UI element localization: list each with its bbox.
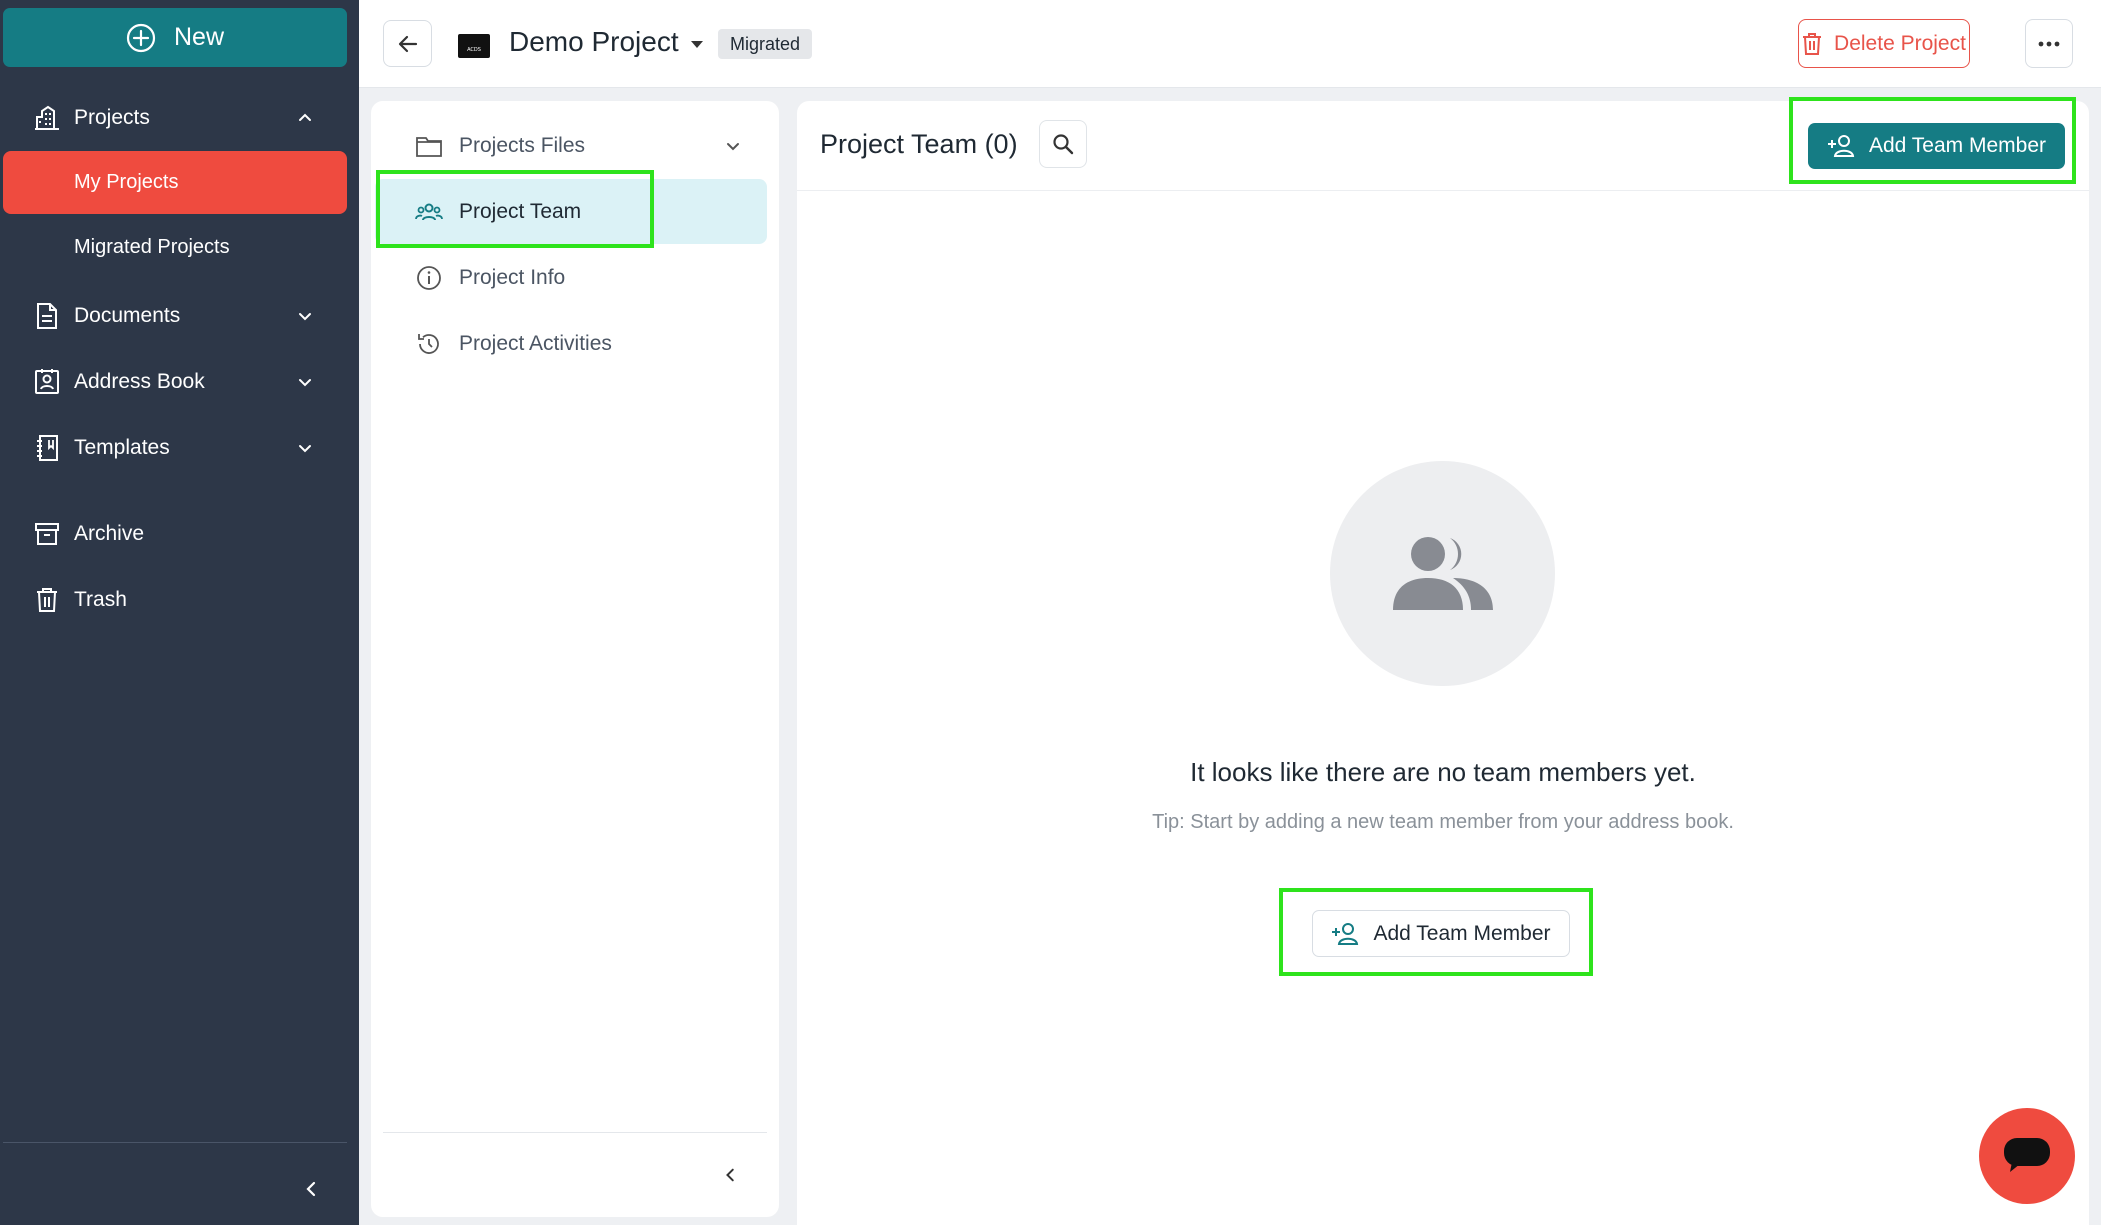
sidebar-item-address-book[interactable]: Address Book	[0, 352, 359, 412]
nav-item-project-team[interactable]: Project Team	[375, 179, 767, 244]
trash-icon	[33, 586, 61, 614]
nav-item-label: Project Activities	[459, 331, 612, 355]
sidebar-divider	[3, 1142, 347, 1143]
nav-item-project-activities[interactable]: Project Activities	[375, 311, 767, 376]
add-team-member-secondary-label: Add Team Member	[1373, 921, 1551, 945]
panel-divider	[383, 1132, 767, 1133]
sidebar-item-trash[interactable]: Trash	[0, 570, 359, 630]
new-button[interactable]: New	[3, 8, 347, 67]
chat-widget-button[interactable]	[1979, 1108, 2075, 1204]
sidebar-item-label: Documents	[74, 304, 181, 327]
project-nav-panel: Projects Files Project Team Project Info…	[371, 101, 779, 1217]
sidebar-item-label: Address Book	[74, 370, 205, 393]
sidebar-item-migrated-projects[interactable]: Migrated Projects	[3, 216, 347, 279]
archive-icon	[33, 520, 61, 548]
chevron-down-icon	[299, 379, 311, 387]
chevron-up-icon	[299, 113, 311, 121]
nav-item-label: Project Team	[459, 199, 582, 223]
sidebar-item-templates[interactable]: Templates	[0, 418, 359, 478]
sidebar-item-archive[interactable]: Archive	[0, 504, 359, 564]
more-options-button[interactable]	[2025, 19, 2073, 68]
templates-icon	[33, 434, 61, 462]
arrow-left-icon	[398, 35, 417, 52]
new-button-label: New	[173, 23, 224, 51]
project-logo-text: ACDS	[467, 47, 481, 53]
document-icon	[33, 302, 61, 330]
team-icon	[415, 198, 443, 226]
nav-item-project-info[interactable]: Project Info	[375, 245, 767, 310]
sidebar-item-documents[interactable]: Documents	[0, 286, 359, 346]
sidebar-item-label: Templates	[74, 436, 170, 459]
panel-collapse-button[interactable]	[717, 1161, 745, 1189]
info-icon	[415, 264, 443, 292]
sidebar-item-label: Migrated Projects	[74, 236, 230, 258]
users-icon	[1392, 536, 1493, 610]
sidebar-item-projects[interactable]: Projects	[0, 88, 359, 148]
building-icon	[33, 104, 61, 132]
sidebar-item-label: My Projects	[74, 171, 179, 193]
empty-state-title: It looks like there are no team members …	[1190, 757, 1696, 787]
plus-circle-icon	[126, 23, 156, 52]
search-button[interactable]	[1039, 120, 1087, 168]
search-icon	[1053, 134, 1074, 155]
ellipsis-icon	[2038, 41, 2060, 46]
top-header: ACDS Demo Project Migrated Delete Projec…	[359, 0, 2101, 88]
empty-state-tip: Tip: Start by adding a new team member f…	[1152, 811, 1734, 833]
chevron-left-icon	[726, 1168, 734, 1182]
add-user-icon	[1827, 135, 1855, 157]
sidebar-item-label: Archive	[74, 522, 145, 545]
sidebar-collapse-button[interactable]	[298, 1175, 326, 1203]
project-team-panel: Project Team (0) Add Team Member It look…	[797, 101, 2089, 1225]
nav-item-label: Projects Files	[459, 133, 586, 157]
caret-down-icon[interactable]	[689, 38, 705, 50]
add-team-member-button[interactable]: Add Team Member	[1808, 123, 2065, 169]
nav-item-projects-files[interactable]: Projects Files	[375, 113, 767, 178]
back-button[interactable]	[383, 20, 432, 67]
chevron-left-icon	[306, 1181, 316, 1197]
delete-project-label: Delete Project	[1834, 31, 1966, 55]
chevron-down-icon	[727, 142, 739, 150]
sidebar-item-my-projects[interactable]: My Projects	[3, 151, 347, 214]
nav-item-label: Project Info	[459, 265, 566, 289]
add-user-icon	[1332, 922, 1359, 945]
chevron-down-icon	[299, 313, 311, 321]
sidebar-item-label: Projects	[74, 106, 150, 129]
delete-project-button[interactable]: Delete Project	[1798, 19, 1970, 68]
add-team-member-secondary-button[interactable]: Add Team Member	[1312, 910, 1570, 957]
sidebar-item-label: Trash	[74, 588, 127, 611]
empty-state-illustration	[1330, 461, 1555, 686]
panel-title: Project Team (0)	[820, 129, 1018, 159]
project-logo: ACDS	[458, 34, 490, 58]
address-book-icon	[33, 368, 61, 396]
folder-icon	[415, 132, 443, 160]
project-title[interactable]: Demo Project	[509, 26, 679, 58]
sidebar: New Projects My Projects Migrated Projec…	[0, 0, 359, 1225]
chat-icon	[2004, 1138, 2050, 1172]
status-badge: Migrated	[718, 29, 813, 59]
trash-icon	[1803, 32, 1822, 55]
history-icon	[415, 330, 443, 358]
add-team-member-label: Add Team Member	[1868, 134, 2047, 157]
chevron-down-icon	[299, 445, 311, 453]
panel-header: Project Team (0) Add Team Member	[797, 101, 2089, 191]
